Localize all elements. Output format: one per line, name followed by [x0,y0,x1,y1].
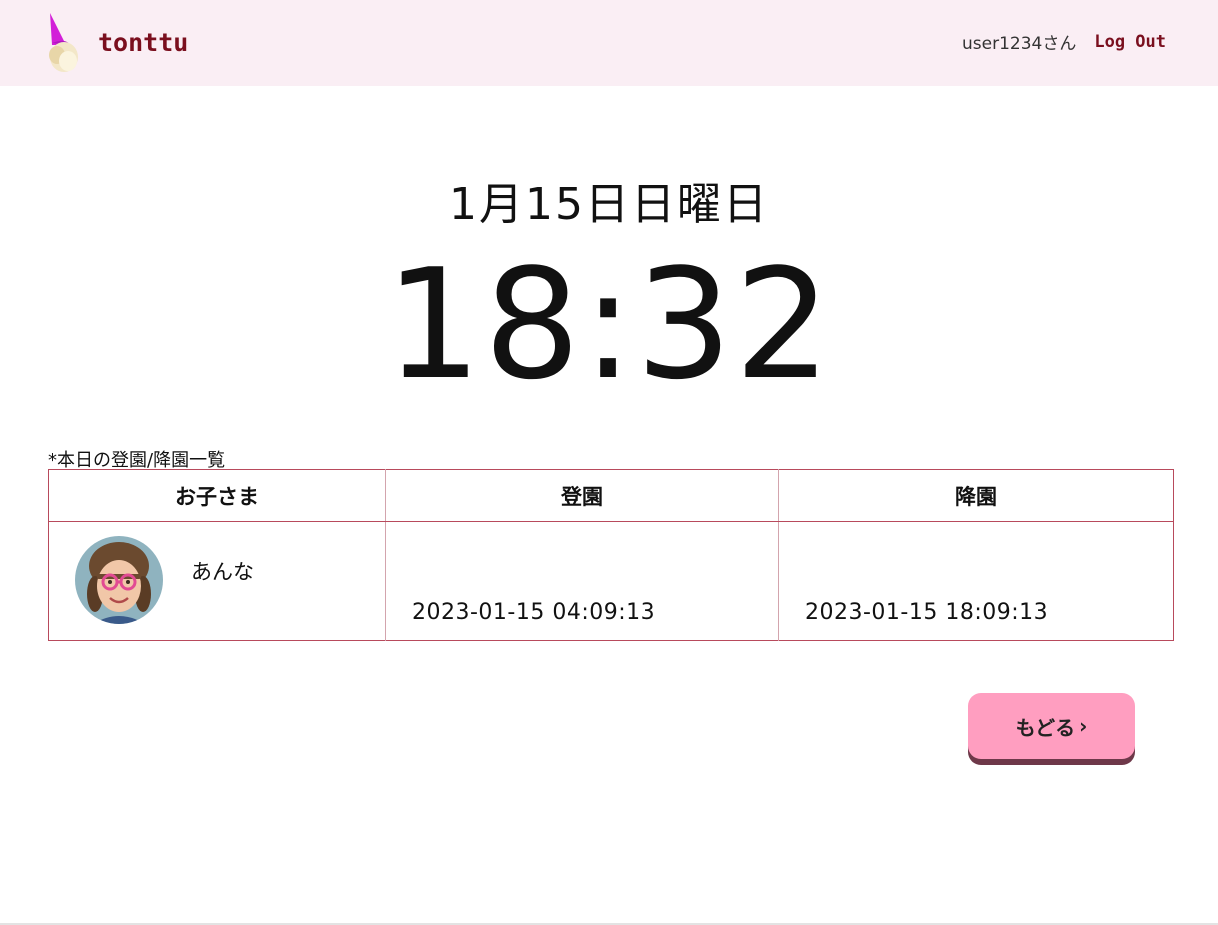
app-header: tonttu user1234さん Log Out [0,0,1218,86]
logo-text: tonttu [98,27,189,57]
column-header-child: お子さま [48,469,386,522]
chevron-right-icon: › [1079,714,1088,738]
attendance-table: お子さま 登園 降園 あんな 2023-01-15 04:09:13 2023-… [48,469,1174,641]
checkin-cell: 2023-01-15 04:09:13 [385,521,779,641]
column-header-checkout: 降園 [778,469,1174,522]
checkout-cell: 2023-01-15 18:09:13 [779,522,1174,641]
user-menu: user1234さん Log Out [962,29,1166,55]
back-button-label: もどる [1015,715,1076,740]
child-cell: あんな [48,521,386,641]
checkout-time: 2023-01-15 18:09:13 [805,600,1049,625]
back-button[interactable]: もどる › [968,693,1135,759]
gnome-logo-icon [49,13,78,72]
avatar [75,536,163,624]
current-date: 1月15日日曜日 [449,179,769,230]
column-header-checkin: 登園 [385,469,779,522]
checkin-time: 2023-01-15 04:09:13 [412,600,656,625]
logo-link[interactable]: tonttu [44,10,188,74]
logout-link[interactable]: Log Out [1094,32,1166,52]
table-row: あんな 2023-01-15 04:09:13 2023-01-15 18:09… [48,521,1174,641]
username: user1234さん [962,34,1077,54]
current-time: 18:32 [384,236,834,413]
table-header-row: お子さま 登園 降園 [48,469,1174,522]
child-photo [75,536,163,624]
child-name: あんな [191,560,254,584]
